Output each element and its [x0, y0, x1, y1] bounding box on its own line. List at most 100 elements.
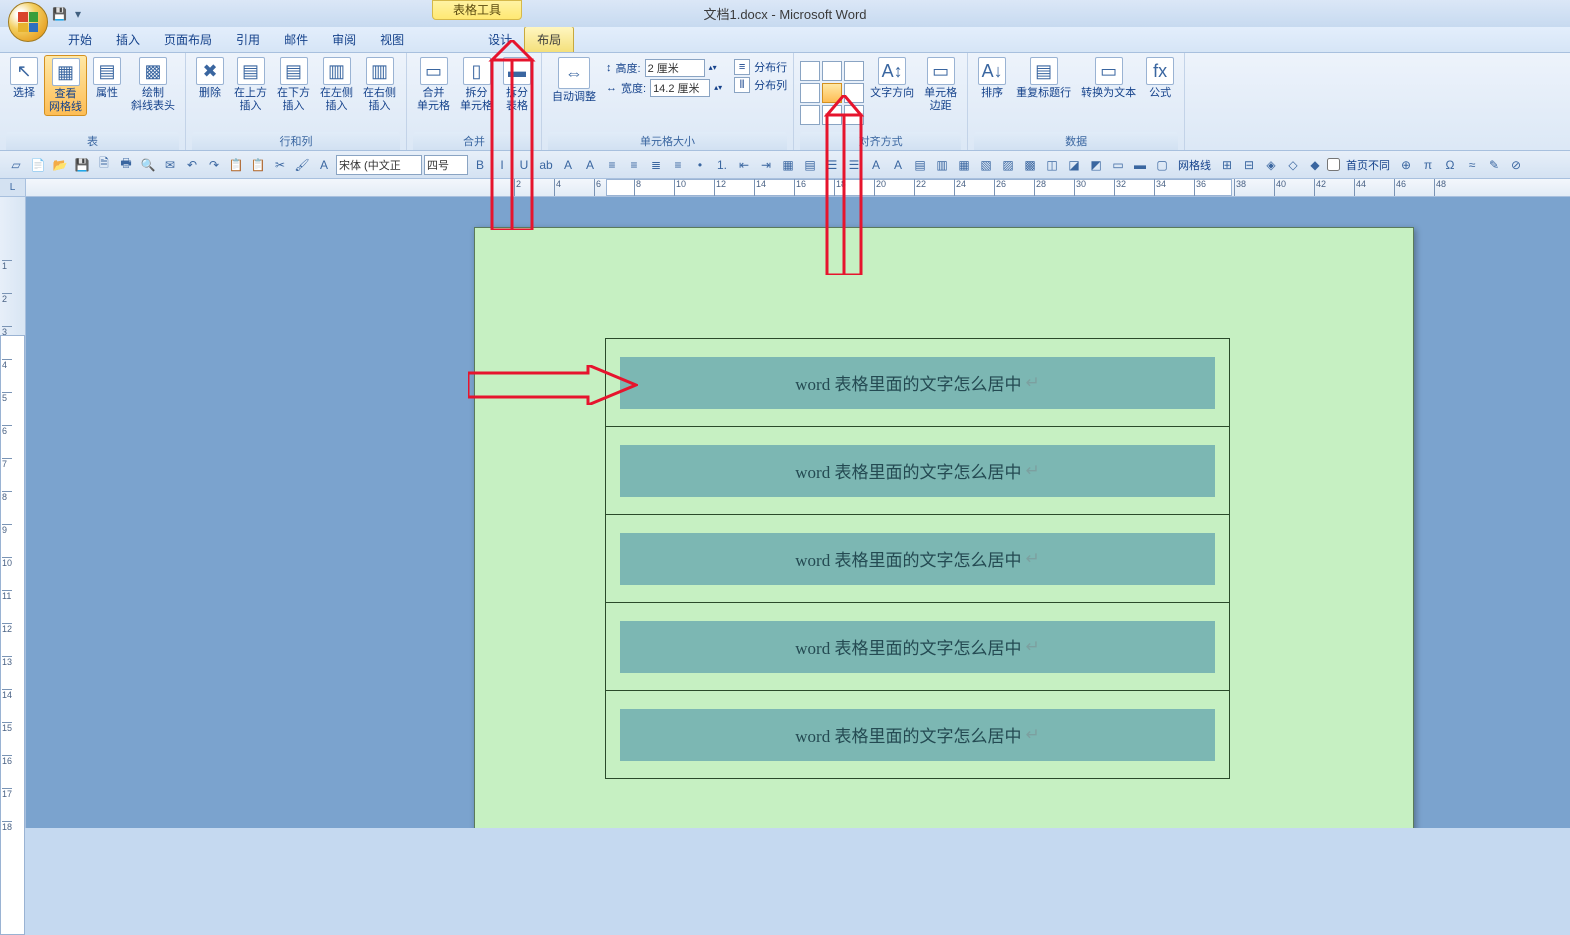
- tb2-fmt-3[interactable]: ab: [536, 155, 556, 175]
- tb2-fmt-16[interactable]: ☰: [822, 155, 842, 175]
- cell-content[interactable]: word 表格里面的文字怎么居中↵: [620, 621, 1215, 673]
- tb2-btn-4[interactable]: 🗎: [94, 155, 114, 175]
- draw-diag-button[interactable]: ▩绘制 斜线表头: [127, 55, 179, 114]
- context-tab-设计[interactable]: 设计: [476, 27, 524, 52]
- tb2-fmt-0[interactable]: B: [470, 155, 490, 175]
- align-cell-6[interactable]: [800, 105, 820, 125]
- table-row[interactable]: word 表格里面的文字怎么居中↵: [606, 515, 1230, 603]
- tb2-misc-2[interactable]: ◈: [1261, 155, 1281, 175]
- menu-tab-邮件[interactable]: 邮件: [272, 27, 320, 52]
- qat-save-icon[interactable]: 💾: [52, 7, 67, 21]
- width-spinner-icon[interactable]: ▴▾: [714, 84, 722, 92]
- document-table[interactable]: word 表格里面的文字怎么居中↵ word 表格里面的文字怎么居中↵ word 表…: [605, 338, 1230, 779]
- tb2-btn-12[interactable]: ✂: [270, 155, 290, 175]
- tb2-tbl-8[interactable]: ◩: [1086, 155, 1106, 175]
- dist-cols-button[interactable]: ⦀分布列: [734, 77, 787, 93]
- table-row[interactable]: word 表格里面的文字怎么居中↵: [606, 339, 1230, 427]
- convert-text-button[interactable]: ▭转换为文本: [1077, 55, 1140, 102]
- tb2-end-4[interactable]: ✎: [1484, 155, 1504, 175]
- cell-content[interactable]: word 表格里面的文字怎么居中↵: [620, 357, 1215, 409]
- tb2-tbl-1[interactable]: ▥: [932, 155, 952, 175]
- tb2-misc-1[interactable]: ⊟: [1239, 155, 1259, 175]
- tb2-btn-14[interactable]: A: [314, 155, 334, 175]
- vertical-ruler[interactable]: 123456789101112131415161718: [0, 197, 26, 828]
- table-cell[interactable]: word 表格里面的文字怎么居中↵: [606, 603, 1230, 691]
- tb2-btn-7[interactable]: ✉: [160, 155, 180, 175]
- sort-button[interactable]: A↓排序: [974, 55, 1010, 102]
- tb2-fmt-17[interactable]: ☰: [844, 155, 864, 175]
- tb2-misc-4[interactable]: ◆: [1305, 155, 1325, 175]
- split-cells-button[interactable]: ▯拆分 单元格: [456, 55, 497, 114]
- tb2-tbl-3[interactable]: ▧: [976, 155, 996, 175]
- formula-button[interactable]: fx公式: [1142, 55, 1178, 102]
- tb2-fmt-12[interactable]: ⇤: [734, 155, 754, 175]
- tb2-tbl-5[interactable]: ▩: [1020, 155, 1040, 175]
- tb2-btn-6[interactable]: 🔍: [138, 155, 158, 175]
- tb2-fmt-9[interactable]: ≡: [668, 155, 688, 175]
- tb2-btn-8[interactable]: ↶: [182, 155, 202, 175]
- tb2-end-5[interactable]: ⊘: [1506, 155, 1526, 175]
- view-gridlines-button[interactable]: ▦查看 网格线: [44, 55, 87, 116]
- tb2-btn-13[interactable]: 🖌: [292, 155, 312, 175]
- tb2-tbl-10[interactable]: ▬: [1130, 155, 1150, 175]
- first-page-diff-checkbox[interactable]: [1327, 158, 1340, 171]
- qat-dropdown-icon[interactable]: ▾: [75, 7, 81, 21]
- ins-left-button[interactable]: ▥在左侧 插入: [316, 55, 357, 114]
- table-cell[interactable]: word 表格里面的文字怎么居中↵: [606, 515, 1230, 603]
- align-cell-4[interactable]: [822, 83, 842, 103]
- table-row[interactable]: word 表格里面的文字怎么居中↵: [606, 427, 1230, 515]
- tb2-btn-11[interactable]: 📋: [248, 155, 268, 175]
- tb2-fmt-2[interactable]: U: [514, 155, 534, 175]
- menu-tab-审阅[interactable]: 审阅: [320, 27, 368, 52]
- tb2-fmt-11[interactable]: 1.: [712, 155, 732, 175]
- tb2-fmt-5[interactable]: A: [580, 155, 600, 175]
- align-cell-0[interactable]: [800, 61, 820, 81]
- tb2-fmt-7[interactable]: ≡: [624, 155, 644, 175]
- split-table-button[interactable]: ▬拆分 表格: [499, 55, 535, 114]
- tb2-fmt-15[interactable]: ▤: [800, 155, 820, 175]
- align-cell-8[interactable]: [844, 105, 864, 125]
- tb2-fmt-13[interactable]: ⇥: [756, 155, 776, 175]
- tb2-btn-2[interactable]: 📂: [50, 155, 70, 175]
- tb2-tbl-11[interactable]: ▢: [1152, 155, 1172, 175]
- tb2-tbl-4[interactable]: ▨: [998, 155, 1018, 175]
- menu-tab-插入[interactable]: 插入: [104, 27, 152, 52]
- tb2-btn-5[interactable]: 🖶: [116, 155, 136, 175]
- tb2-fmt-6[interactable]: ≡: [602, 155, 622, 175]
- table-row[interactable]: word 表格里面的文字怎么居中↵: [606, 691, 1230, 779]
- table-row[interactable]: word 表格里面的文字怎么居中↵: [606, 603, 1230, 691]
- table-cell[interactable]: word 表格里面的文字怎么居中↵: [606, 691, 1230, 779]
- cell-content[interactable]: word 表格里面的文字怎么居中↵: [620, 445, 1215, 497]
- tb2-end-2[interactable]: Ω: [1440, 155, 1460, 175]
- tb2-misc-0[interactable]: ⊞: [1217, 155, 1237, 175]
- office-button[interactable]: [8, 2, 48, 42]
- cell-content[interactable]: word 表格里面的文字怎么居中↵: [620, 533, 1215, 585]
- tb2-tbl-7[interactable]: ◪: [1064, 155, 1084, 175]
- dist-rows-button[interactable]: ≡分布行: [734, 59, 787, 75]
- menu-tab-视图[interactable]: 视图: [368, 27, 416, 52]
- gridlines-label[interactable]: 网格线: [1174, 157, 1215, 173]
- tb2-end-1[interactable]: π: [1418, 155, 1438, 175]
- tb2-btn-1[interactable]: 📄: [28, 155, 48, 175]
- table-cell[interactable]: word 表格里面的文字怎么居中↵: [606, 339, 1230, 427]
- tb2-end-0[interactable]: ⊕: [1396, 155, 1416, 175]
- tb2-tbl-9[interactable]: ▭: [1108, 155, 1128, 175]
- tb2-tbl-6[interactable]: ◫: [1042, 155, 1062, 175]
- width-input[interactable]: [650, 79, 710, 97]
- ins-right-button[interactable]: ▥在右侧 插入: [359, 55, 400, 114]
- tb2-tbl-2[interactable]: ▦: [954, 155, 974, 175]
- menu-tab-开始[interactable]: 开始: [56, 27, 104, 52]
- tb2-fmt-19[interactable]: A: [888, 155, 908, 175]
- tb2-btn-10[interactable]: 📋: [226, 155, 246, 175]
- align-cell-3[interactable]: [800, 83, 820, 103]
- tb2-btn-0[interactable]: ▱: [6, 155, 26, 175]
- tb2-fmt-8[interactable]: ≣: [646, 155, 666, 175]
- repeat-header-button[interactable]: ▤重复标题行: [1012, 55, 1075, 102]
- align-cell-2[interactable]: [844, 61, 864, 81]
- ins-above-button[interactable]: ▤在上方 插入: [230, 55, 271, 114]
- merge-cells-button[interactable]: ▭合并 单元格: [413, 55, 454, 114]
- height-input[interactable]: [645, 59, 705, 77]
- tb2-misc-3[interactable]: ◇: [1283, 155, 1303, 175]
- text-direction-button[interactable]: A↕文字方向: [866, 55, 918, 102]
- context-tab-布局[interactable]: 布局: [524, 26, 574, 52]
